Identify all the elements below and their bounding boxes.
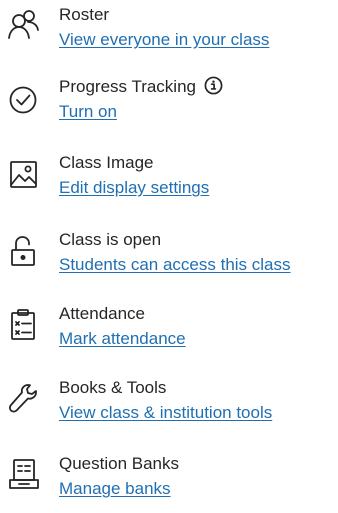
class-image-title: Class Image <box>59 153 154 172</box>
class-availability-link[interactable]: Students can access this class <box>59 254 291 276</box>
books-tools-item: Books & Tools View class & institution t… <box>0 377 338 437</box>
roster-item: Roster View everyone in your class <box>0 4 338 64</box>
question-bank-icon <box>6 457 40 491</box>
image-icon <box>6 156 40 190</box>
attendance-clipboard-icon <box>6 307 40 341</box>
view-class-institution-tools-link[interactable]: View class & institution tools <box>59 402 272 424</box>
turn-on-progress-tracking-link[interactable]: Turn on <box>59 101 117 123</box>
manage-banks-link[interactable]: Manage banks <box>59 478 171 500</box>
edit-display-settings-link[interactable]: Edit display settings <box>59 177 209 199</box>
class-availability-title: Class is open <box>59 230 162 249</box>
roster-title: Roster <box>59 5 110 24</box>
question-banks-title: Question Banks <box>59 454 180 473</box>
attendance-item: Attendance Mark attendance <box>0 303 338 363</box>
class-details-panel: Roster View everyone in your class Progr… <box>0 0 338 506</box>
attendance-title: Attendance <box>59 304 146 323</box>
progress-tracking-item: Progress Tracking Turn on <box>0 76 338 136</box>
books-tools-title: Books & Tools <box>59 378 167 397</box>
progress-tracking-title-row: Progress Tracking <box>59 76 223 98</box>
mark-attendance-link[interactable]: Mark attendance <box>59 328 186 350</box>
unlock-icon <box>6 233 40 267</box>
view-roster-link[interactable]: View everyone in your class <box>59 29 269 51</box>
roster-icon <box>6 8 40 42</box>
wrench-icon <box>6 381 40 415</box>
progress-tracking-title: Progress Tracking <box>59 77 196 96</box>
progress-check-icon <box>6 80 40 114</box>
class-image-item: Class Image Edit display settings <box>0 152 338 212</box>
class-availability-item: Class is open Students can access this c… <box>0 229 338 289</box>
question-banks-item: Question Banks Manage banks <box>0 453 338 513</box>
info-icon[interactable] <box>204 76 223 95</box>
